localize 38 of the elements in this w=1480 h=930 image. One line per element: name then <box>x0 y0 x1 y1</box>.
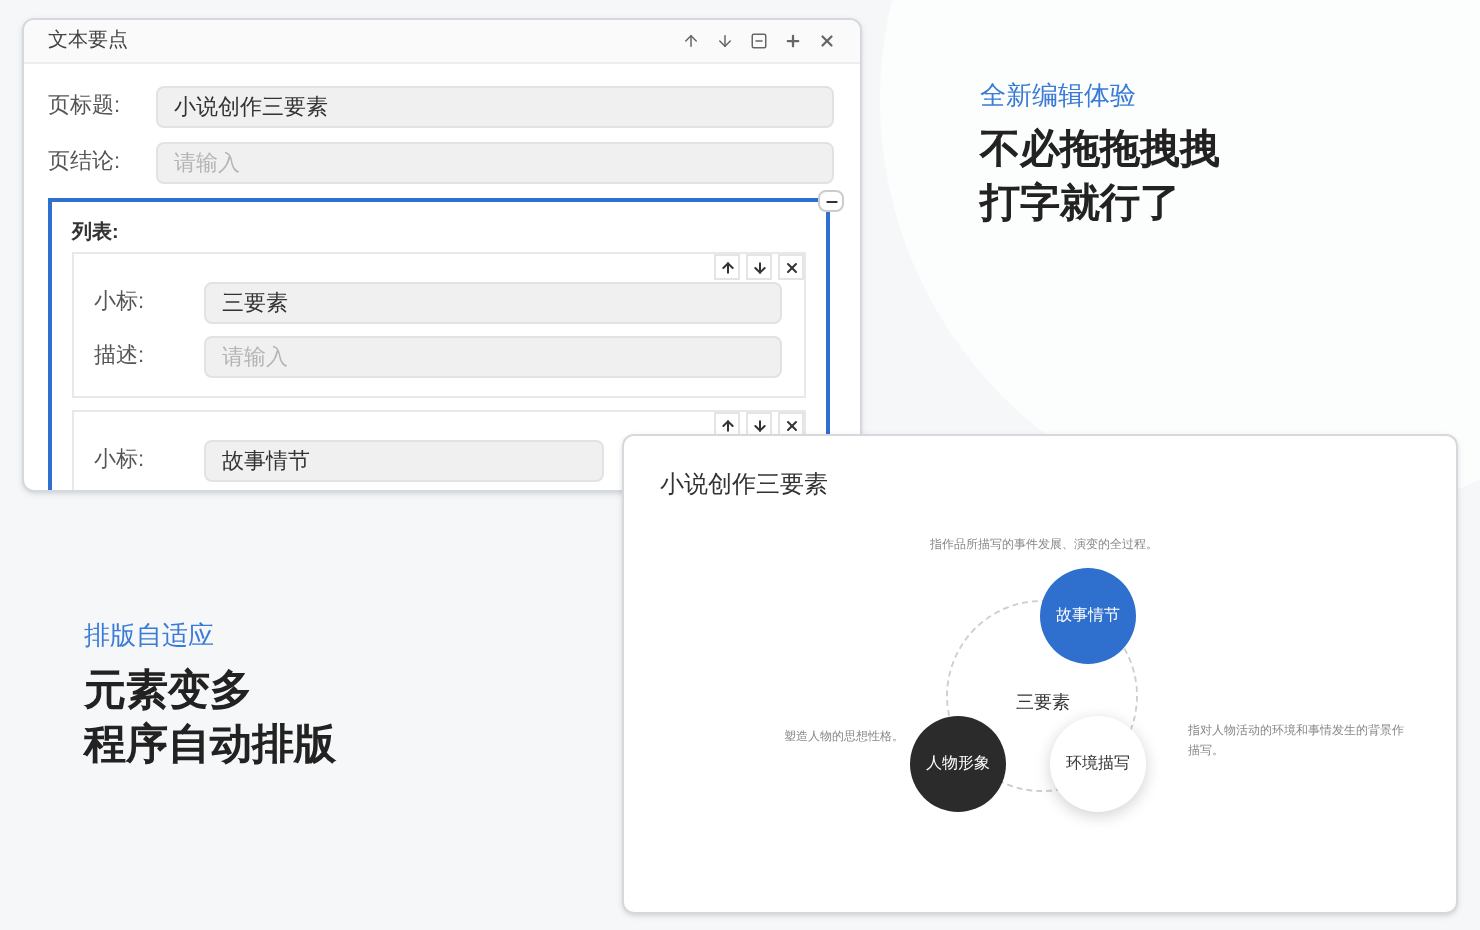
collapse-button[interactable] <box>818 190 844 212</box>
move-up-icon[interactable] <box>682 32 700 50</box>
node-label: 人物形象 <box>926 752 990 776</box>
close-icon <box>783 259 799 275</box>
close-icon[interactable] <box>818 32 836 50</box>
tagline: 排版自适应 <box>84 618 216 654</box>
arrow-up-icon <box>719 259 735 275</box>
move-down-icon[interactable] <box>716 32 734 50</box>
card-title: 小说创作三要素 <box>660 468 828 502</box>
field-label: 小标: <box>94 288 147 319</box>
list-label: 列表: <box>72 219 121 248</box>
input-field[interactable]: 请输入 <box>156 142 834 184</box>
arrow-up-icon <box>719 417 735 433</box>
center-label: 三要素 <box>1016 690 1070 716</box>
arrow-down-icon <box>751 417 767 433</box>
node-label: 故事情节 <box>1056 604 1120 628</box>
collapse-icon[interactable] <box>750 32 768 50</box>
input-field[interactable]: 小说创作三要素 <box>156 86 834 128</box>
field-label: 描述: <box>94 342 147 373</box>
move-up-button[interactable] <box>714 254 740 280</box>
input-field[interactable]: 故事情节 <box>204 440 604 482</box>
field-label: 小标: <box>94 446 147 477</box>
headline: 打字就行了 <box>980 179 1182 229</box>
field-label: 页标题: <box>48 92 123 123</box>
node-label: 环境描写 <box>1066 752 1130 776</box>
input-field[interactable]: 三要素 <box>204 282 782 324</box>
arrow-down-icon <box>751 259 767 275</box>
headline: 元素变多 <box>84 665 254 717</box>
tagline: 全新编辑体验 <box>980 78 1138 114</box>
headline: 不必拖拖拽拽 <box>980 125 1220 175</box>
close-button[interactable] <box>778 254 804 280</box>
move-down-button[interactable] <box>746 254 772 280</box>
add-icon[interactable] <box>784 32 802 50</box>
close-icon <box>783 417 799 433</box>
headline: 程序自动排版 <box>84 719 336 771</box>
window-title: 文本要点 <box>48 27 128 56</box>
field-label: 页结论: <box>48 148 123 179</box>
input-field[interactable]: 请输入 <box>204 336 782 378</box>
